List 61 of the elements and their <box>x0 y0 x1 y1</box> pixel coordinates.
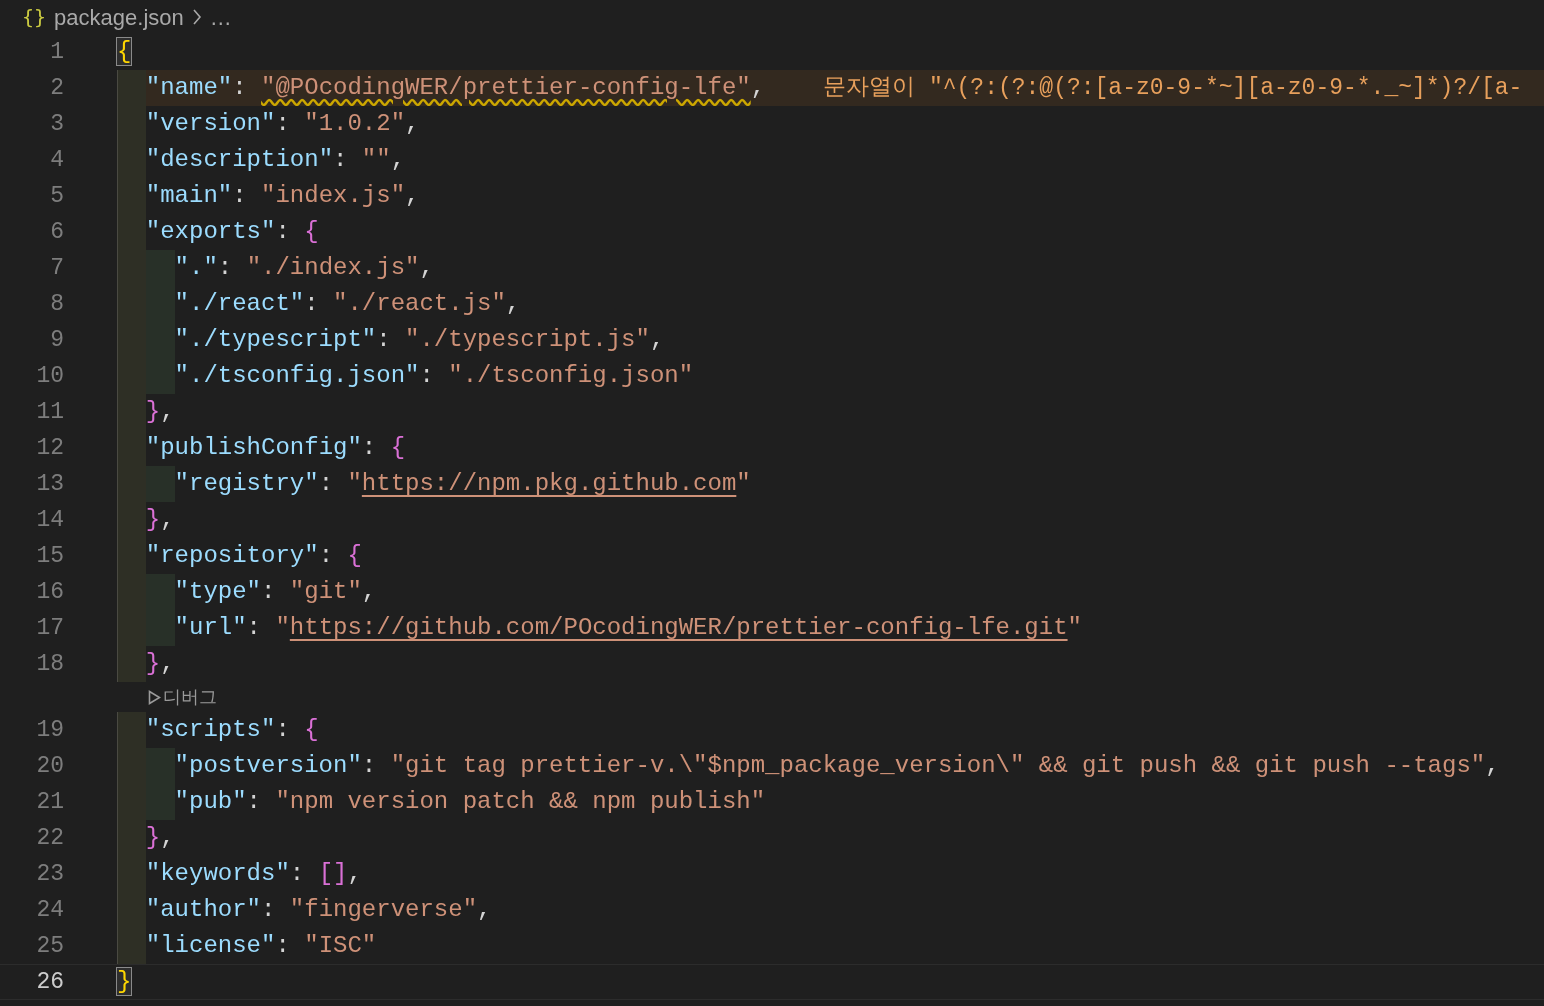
code-line: "main": "index.js", <box>145 181 420 211</box>
code-line: "exports": { <box>145 217 319 247</box>
line-number: 20 <box>35 751 64 781</box>
line-number: 18 <box>35 649 64 679</box>
line-number: 21 <box>35 787 64 817</box>
code-line: "publishConfig": { <box>145 433 406 463</box>
json-file-icon: {} <box>22 2 47 32</box>
code-line: "name": "@POcodingWER/prettier-config-lfe", <box>145 73 766 103</box>
line-number: 23 <box>35 859 64 889</box>
code-line: "version": "1.0.2", <box>145 109 420 139</box>
line-number: 9 <box>49 325 64 355</box>
line-number: 2 <box>49 73 64 103</box>
code-line: ".": "./index.js", <box>174 253 434 283</box>
code-line: }, <box>145 649 175 679</box>
line-number: 19 <box>35 715 64 745</box>
line-number: 22 <box>35 823 64 853</box>
line-number: 5 <box>49 181 64 211</box>
line-number: 7 <box>49 253 64 283</box>
code-line: }, <box>145 823 175 853</box>
code-line: "url": "https://github.com/POcodingWER/prettier-config-lfe.git" <box>174 613 1082 643</box>
link[interactable]: https://github.com/POcodingWER/prettier-config-lfe.git <box>289 614 1068 641</box>
line-number: 8 <box>49 289 64 319</box>
indent-guide <box>117 646 146 682</box>
code-line: "type": "git", <box>174 577 377 607</box>
code-line: "description": "", <box>145 145 406 175</box>
line-number: 15 <box>35 541 64 571</box>
line-number: 4 <box>49 145 64 175</box>
line-number: 17 <box>35 613 64 643</box>
error-message: 문자열이 "^(?:(?:@(?:[a-z0-9-*~][a-z0-9-*._~]*)?/[a- <box>823 74 1523 103</box>
code-line: "./tsconfig.json": "./tsconfig.json" <box>174 361 694 391</box>
line-number: 12 <box>35 433 64 463</box>
code-line: "postversion": "git tag prettier-v.\"$npm_package_version\" && git push && git push --tags", <box>174 751 1500 781</box>
line-number: 3 <box>49 109 64 139</box>
line-number: 16 <box>35 577 64 607</box>
line-number: 11 <box>35 397 64 427</box>
line-number: 13 <box>35 469 64 499</box>
code-line: "license": "ISC" <box>145 931 377 961</box>
link[interactable]: https://npm.pkg.github.com <box>361 470 737 497</box>
code-line: "./react": "./react.js", <box>174 289 521 319</box>
code-line: "author": "fingerverse", <box>145 895 492 925</box>
line-number: 25 <box>35 931 64 961</box>
chevron-right-icon <box>191 8 202 26</box>
line-number: 10 <box>35 361 64 391</box>
play-icon <box>148 689 161 705</box>
code-line: "scripts": { <box>145 715 319 745</box>
code-line: }, <box>145 397 175 427</box>
line-number: 6 <box>49 217 64 247</box>
line-number: 24 <box>35 895 64 925</box>
breadcrumb-file[interactable]: package.json <box>54 0 184 34</box>
code-line: "keywords": [], <box>145 859 362 889</box>
code-line: "pub": "npm version patch && npm publish" <box>174 787 766 817</box>
breadcrumb-more[interactable]: … <box>209 0 232 34</box>
code-line: }, <box>145 505 175 535</box>
code-line: "repository": { <box>145 541 362 571</box>
line-number: 26 <box>35 967 64 997</box>
line-number: 14 <box>35 505 64 535</box>
code-line: "registry": "https://npm.pkg.github.com" <box>174 469 751 499</box>
debug-codelens[interactable]: 디버그 <box>148 683 217 711</box>
line-number: 1 <box>49 37 64 67</box>
code-line: "./typescript": "./typescript.js", <box>174 325 665 355</box>
indent-guide <box>117 712 146 748</box>
